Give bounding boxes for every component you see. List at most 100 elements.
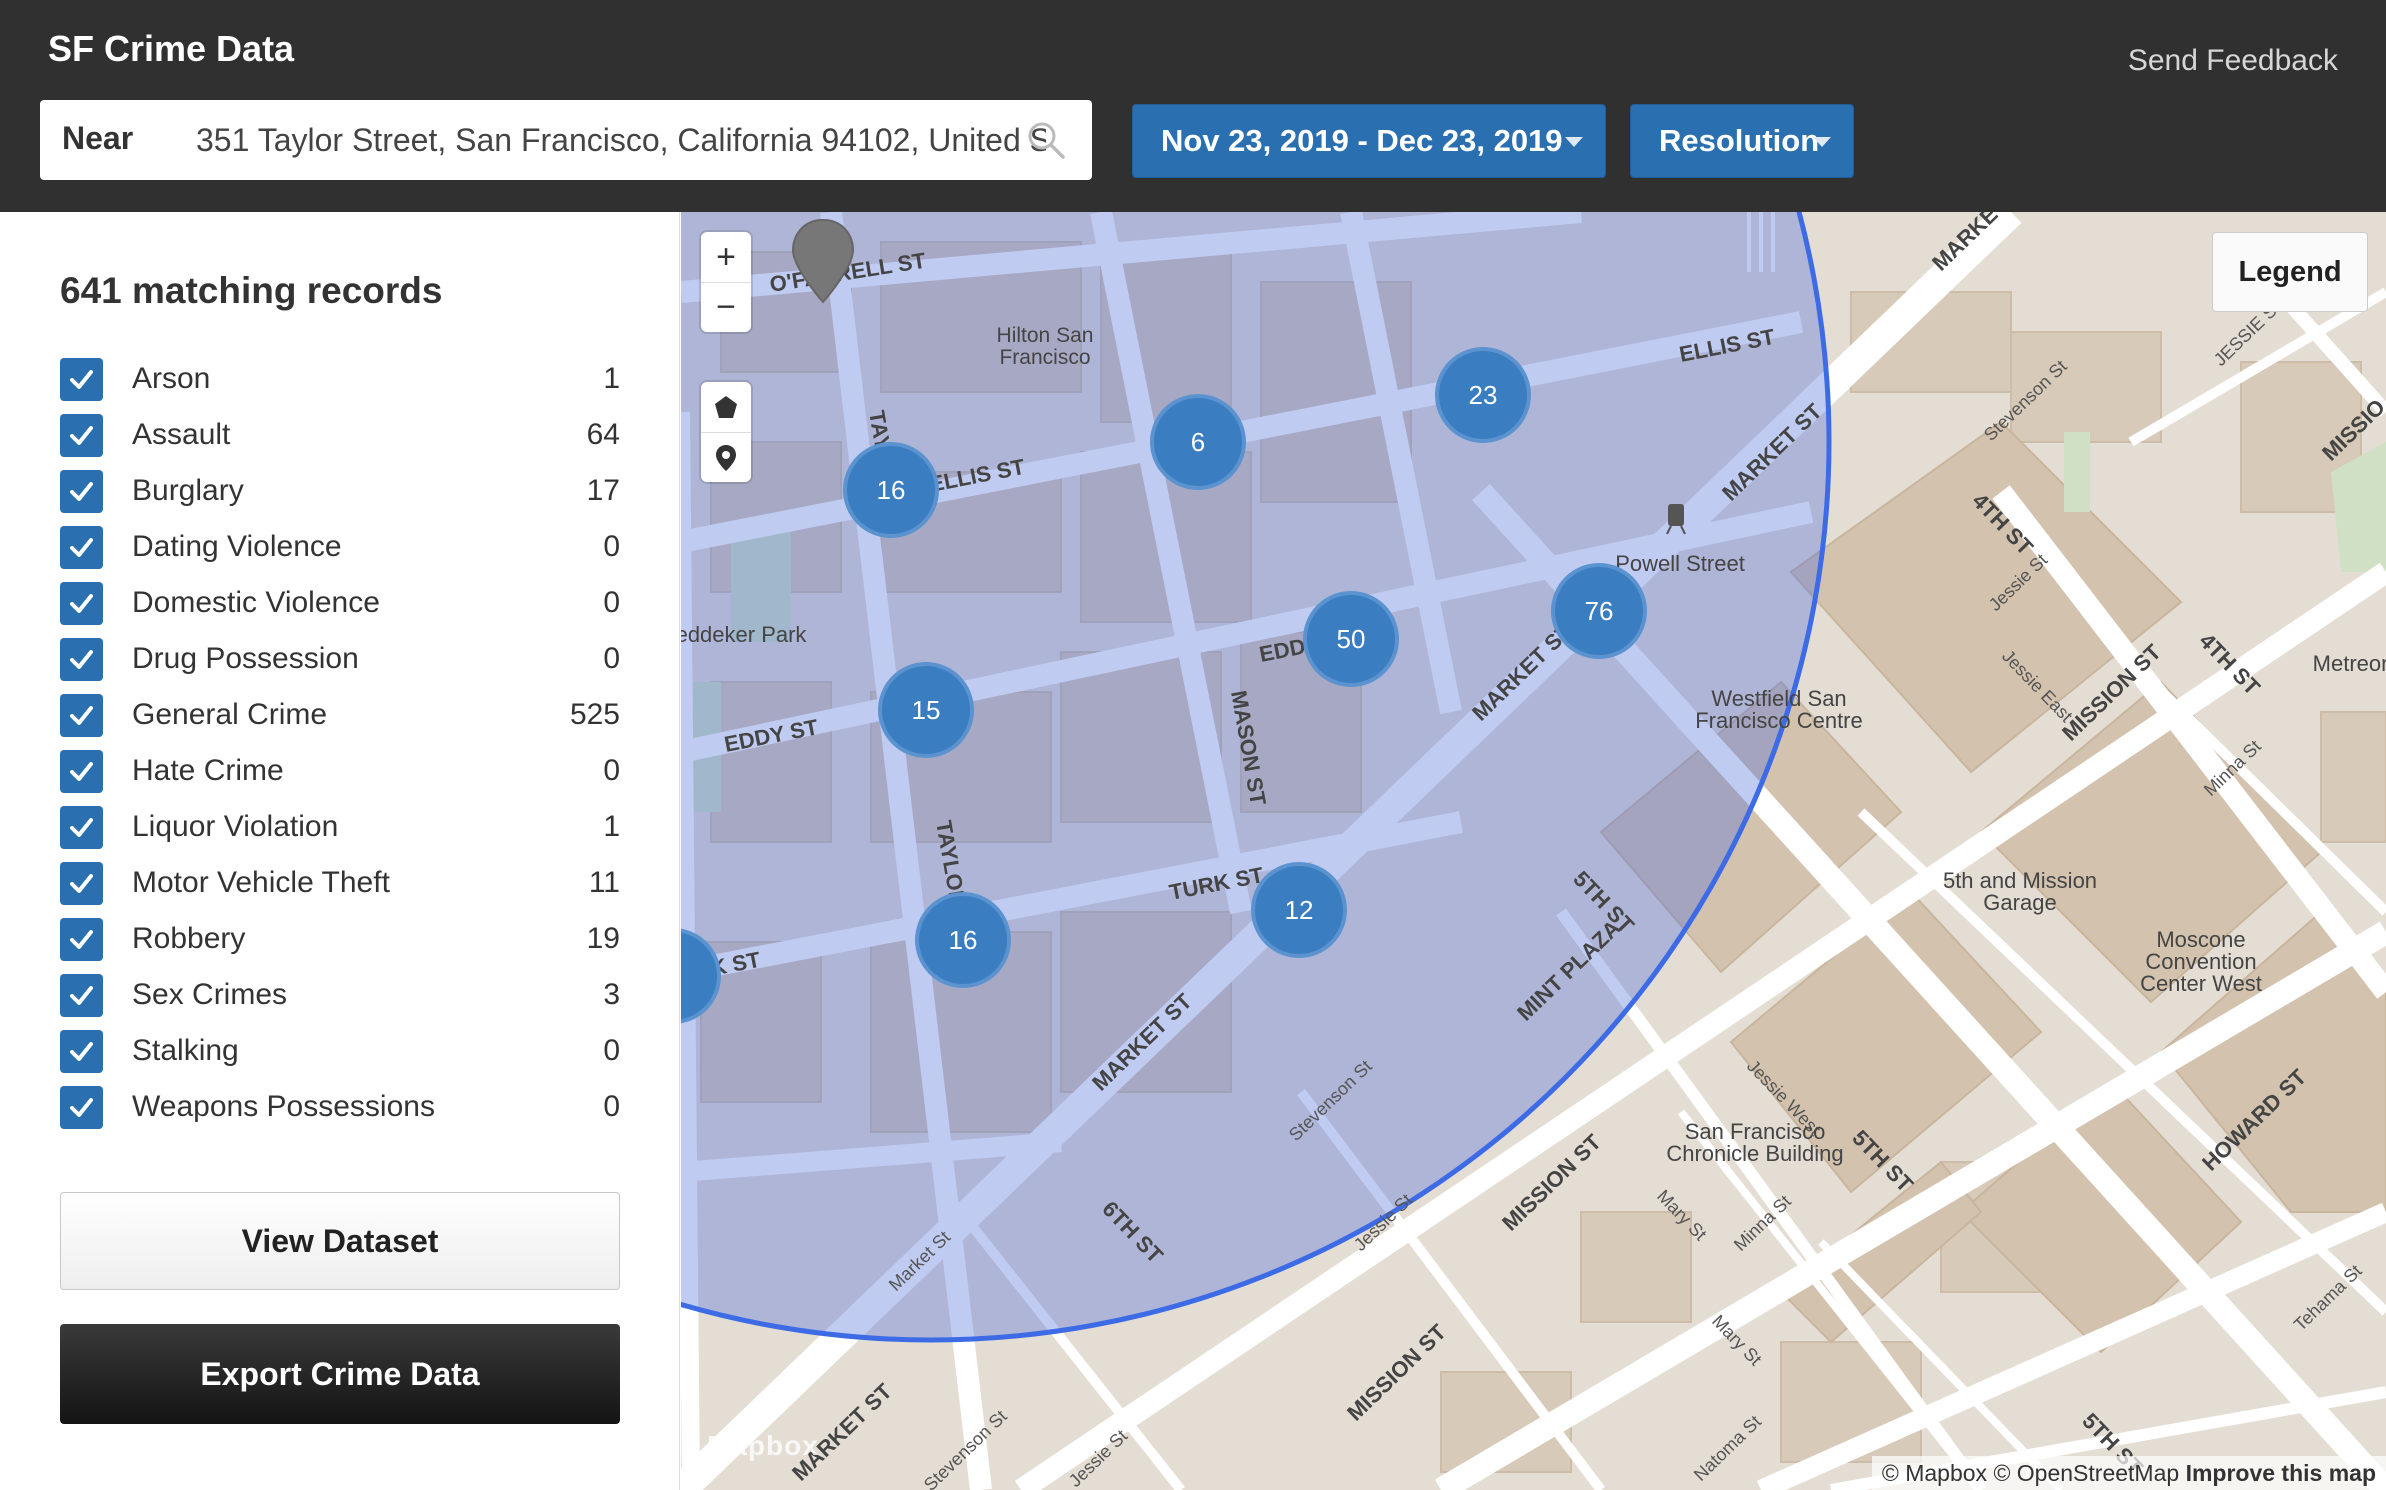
category-label: Hate Crime [132,754,284,787]
place-label-westfield: Westfield San Francisco Centre [1695,686,1863,733]
category-checkbox[interactable] [60,806,103,849]
checkmark-icon [70,930,93,949]
category-label: Drug Possession [132,642,359,675]
category-label: Motor Vehicle Theft [132,866,390,899]
cluster-count: 12 [1285,895,1314,925]
marker-icon [716,444,736,471]
top-bar: SF Crime Data Send Feedback Near Nov 23,… [0,0,2386,212]
crime-cluster-marker[interactable]: 50 [1303,591,1399,687]
category-count: 19 [586,922,620,955]
category-row[interactable]: Liquor Violation 1 [60,806,620,862]
category-row[interactable]: Stalking 0 [60,1030,620,1086]
checkmark-icon [70,1098,93,1117]
checkmark-icon [70,1042,93,1061]
category-label: Robbery [132,922,246,955]
category-checkbox[interactable] [60,582,103,625]
category-label: Burglary [132,474,244,507]
map-attribution: © Mapbox © OpenStreetMap Improve this ma… [1871,1456,2386,1490]
cluster-count: 15 [912,695,941,725]
category-checkbox[interactable] [60,1030,103,1073]
category-row[interactable]: Weapons Possessions 0 [60,1086,620,1142]
category-row[interactable]: Hate Crime 0 [60,750,620,806]
category-row[interactable]: Drug Possession 0 [60,638,620,694]
checkmark-icon [70,762,93,781]
draw-controls [701,382,751,482]
category-row[interactable]: Motor Vehicle Theft 11 [60,862,620,918]
caret-down-icon [1565,137,1583,147]
date-range-dropdown[interactable]: Nov 23, 2019 - Dec 23, 2019 [1132,104,1606,178]
location-search-input[interactable] [156,108,1046,172]
category-row[interactable]: Assault 64 [60,414,620,470]
category-checkbox[interactable] [60,694,103,737]
category-checkbox[interactable] [60,974,103,1017]
category-checkbox[interactable] [60,414,103,457]
crime-cluster-marker[interactable]: 16 [915,892,1011,988]
category-count: 0 [603,1034,620,1067]
category-row[interactable]: Dating Violence 0 [60,526,620,582]
resolution-dropdown[interactable]: Resolution [1630,104,1854,178]
category-checkbox[interactable] [60,862,103,905]
location-search-box: Near [40,100,1092,180]
category-checkbox[interactable] [60,526,103,569]
cluster-count: 23 [1469,380,1498,410]
view-dataset-button[interactable]: View Dataset [60,1192,620,1290]
category-row[interactable]: General Crime 525 [60,694,620,750]
search-icon[interactable] [1026,120,1066,160]
category-row[interactable]: Domestic Violence 0 [60,582,620,638]
category-row[interactable]: Burglary 17 [60,470,620,526]
place-label-park: eddeker Park [681,622,807,647]
attr-mapbox-link[interactable]: © Mapbox [1882,1460,1987,1486]
category-row[interactable]: Sex Crimes 3 [60,974,620,1030]
crime-cluster-marker[interactable]: 16 [843,442,939,538]
send-feedback-link[interactable]: Send Feedback [2128,44,2338,78]
crime-cluster-marker[interactable]: 76 [1551,563,1647,659]
checkmark-icon [70,706,93,725]
category-count: 1 [603,362,620,395]
category-count: 11 [588,866,620,899]
crime-cluster-marker[interactable]: 12 [1251,862,1347,958]
cluster-count: 6 [1191,427,1205,457]
draw-point-button[interactable] [701,432,751,482]
category-label: Weapons Possessions [132,1090,435,1123]
attr-osm-link[interactable]: © OpenStreetMap [1993,1460,2179,1486]
category-checkbox[interactable] [60,750,103,793]
category-count: 3 [603,978,620,1011]
category-count: 0 [603,1090,620,1123]
records-count: 641 matching records [60,270,443,311]
draw-polygon-button[interactable] [701,382,751,432]
category-count: 17 [586,474,620,507]
cluster-count: 16 [949,925,978,955]
place-label-powell: Powell Street [1615,551,1745,576]
category-checkbox[interactable] [60,918,103,961]
category-row[interactable]: Arson 1 [60,358,620,414]
category-label: General Crime [132,698,328,731]
category-checkbox[interactable] [60,1086,103,1129]
crime-cluster-marker[interactable]: 15 [878,662,974,758]
legend-button[interactable]: Legend [2212,232,2368,312]
place-label-hilton: Hilton San Francisco [997,324,1094,369]
zoom-in-button[interactable]: + [701,232,751,282]
category-row[interactable]: Robbery 19 [60,918,620,974]
checkmark-icon [70,986,93,1005]
checkmark-icon [70,818,93,837]
category-checkbox[interactable] [60,638,103,681]
cluster-count: 16 [877,475,906,505]
improve-map-link[interactable]: Improve this map [2186,1460,2376,1486]
checkmark-icon [70,482,93,501]
map-canvas[interactable]: O'FARRELL ST ELLIS ST ELLIS ST EDDY ST E… [681,212,2386,1490]
zoom-out-button[interactable]: − [701,282,751,332]
checkmark-icon [70,538,93,557]
crime-cluster-marker[interactable]: 23 [1435,347,1531,443]
place-label-chronicle: San Francisco Chronicle Building [1666,1119,1843,1166]
category-count: 1 [603,810,620,843]
category-list: Arson 1 Assault 64 Burglary 17 Dating Violence… [60,358,620,1142]
category-label: Sex Crimes [132,978,288,1011]
category-checkbox[interactable] [60,470,103,513]
export-crime-data-button[interactable]: Export Crime Data [60,1324,620,1424]
cluster-count: 50 [1337,624,1366,654]
category-checkbox[interactable] [60,358,103,401]
crime-cluster-marker[interactable]: 6 [1150,394,1246,490]
checkmark-icon [70,426,93,445]
category-count: 0 [603,530,620,563]
crime-map[interactable]: O'FARRELL ST ELLIS ST ELLIS ST EDDY ST E… [681,212,2386,1490]
